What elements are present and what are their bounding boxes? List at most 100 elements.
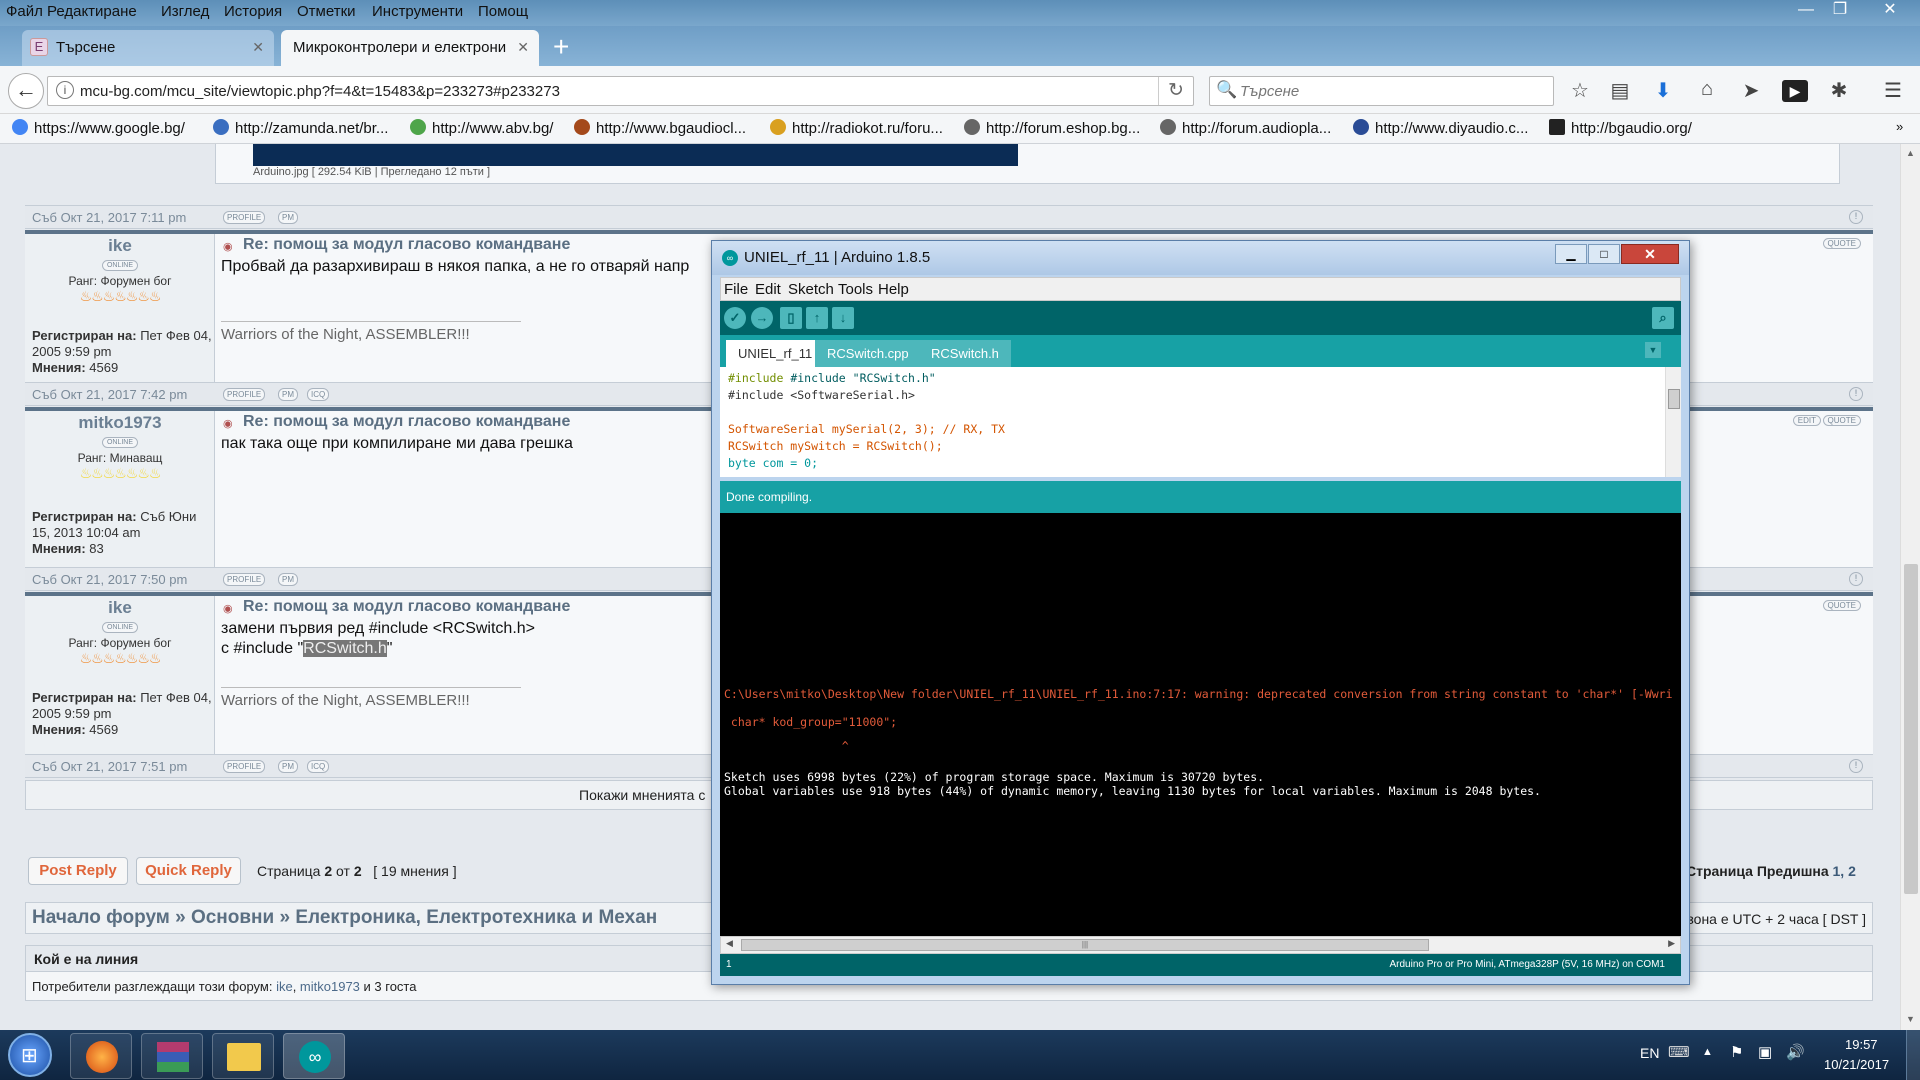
tab-close-icon[interactable]: ✕ (252, 39, 264, 56)
menu-tools[interactable]: Tools (838, 281, 873, 298)
menu-tools[interactable]: Инструменти (372, 3, 463, 20)
menu-view[interactable]: Изглед (161, 3, 209, 20)
search-box[interactable]: 🔍 Търсене (1209, 76, 1554, 106)
pm-button[interactable]: PM (278, 573, 298, 586)
serial-monitor-icon[interactable]: ⌕ (1652, 307, 1674, 329)
volume-icon[interactable]: 🔊 (1786, 1043, 1805, 1061)
quote-button[interactable]: QUOTE (1822, 415, 1861, 426)
bookmark-audioplay[interactable]: http://forum.audiopla... (1160, 119, 1331, 137)
bookmarks-overflow-icon[interactable]: » (1896, 119, 1903, 134)
breadcrumb[interactable]: Начало форум » Основни » Електроника, Ел… (32, 907, 657, 929)
report-icon[interactable]: ! (1849, 387, 1863, 401)
menu-edit[interactable]: Edit (755, 281, 781, 298)
bookmark-eshop[interactable]: http://forum.eshop.bg... (964, 119, 1140, 137)
bookmark-google[interactable]: https://www.google.bg/ (12, 119, 185, 137)
selected-text[interactable]: RCSwitch.h (303, 640, 387, 657)
profile-button[interactable]: PROFILE (223, 211, 266, 224)
tab-forum[interactable]: Микроконтролери и електрони ✕ (281, 30, 539, 66)
star-icon[interactable]: ☆ (1567, 78, 1593, 104)
url-bar[interactable]: i mcu-bg.com/mcu_site/viewtopic.php?f=4&… (47, 76, 1194, 106)
network-icon[interactable]: ▣ (1758, 1043, 1772, 1061)
report-icon[interactable]: ! (1849, 572, 1863, 586)
bookmark-bgaudioclub[interactable]: http://www.bgaudiocl... (574, 119, 746, 137)
editor-scroll-thumb[interactable] (1668, 389, 1680, 409)
online-user[interactable]: mitko1973 (300, 979, 360, 994)
url-text[interactable]: mcu-bg.com/mcu_site/viewtopic.php?f=4&t=… (80, 83, 560, 100)
author-name[interactable]: ike (25, 236, 215, 256)
icq-button[interactable]: ICQ (307, 388, 330, 401)
scroll-down-icon[interactable]: ▼ (1906, 1014, 1915, 1024)
scroll-up-icon[interactable]: ▲ (1906, 148, 1915, 158)
maximize-icon[interactable]: ❐ (1823, 0, 1857, 22)
post-title[interactable]: Re: помощ за модул гласово командване (243, 236, 570, 254)
author-name[interactable]: ike (25, 598, 215, 618)
menu-help[interactable]: Help (878, 281, 909, 298)
page-scrollbar[interactable]: ▲ ▼ (1900, 144, 1920, 1030)
show-desktop-button[interactable] (1906, 1030, 1920, 1080)
editor-scrollbar[interactable] (1665, 367, 1681, 477)
icq-button[interactable]: ICQ (307, 760, 330, 773)
pagination-pages[interactable]: 1, 2 (1833, 863, 1856, 879)
addon-icon[interactable]: ✱ (1826, 78, 1852, 104)
verify-icon[interactable]: ✓ (724, 307, 746, 329)
tab-search[interactable]: E Търсене ✕ (22, 30, 274, 66)
scrollbar-thumb[interactable] (1904, 564, 1918, 894)
menu-bookmarks[interactable]: Отметки (297, 3, 356, 20)
tab-rcswitch-h[interactable]: RCSwitch.h (919, 340, 1011, 367)
keyboard-icon[interactable]: ⌨ (1668, 1043, 1690, 1061)
report-icon[interactable]: ! (1849, 759, 1863, 773)
taskbar-explorer[interactable] (212, 1033, 274, 1079)
menu-sketch[interactable]: Sketch (788, 281, 834, 298)
menu-file[interactable]: Файл (6, 3, 43, 20)
author-name[interactable]: mitko1973 (25, 413, 215, 433)
arduino-titlebar[interactable]: ∞ UNIEL_rf_11 | Arduino 1.8.5 ▁ □ ✕ (712, 241, 1689, 275)
start-button[interactable]: ⊞ (8, 1033, 52, 1077)
clock-date[interactable]: 10/21/2017 (1824, 1057, 1889, 1072)
code-editor[interactable]: #include #include "RCSwitch.h" #include … (720, 367, 1681, 477)
pm-button[interactable]: PM (278, 211, 298, 224)
pm-button[interactable]: PM (278, 388, 298, 401)
online-user[interactable]: ike (276, 979, 293, 994)
download-icon[interactable]: ⬇ (1650, 78, 1676, 104)
send-icon[interactable]: ➤ (1738, 78, 1764, 104)
console-hscrollbar[interactable]: ◀ ||| ▶ (720, 936, 1681, 954)
edit-button[interactable]: EDIT (1792, 415, 1821, 426)
bookmark-zamunda[interactable]: http://zamunda.net/br... (213, 119, 388, 137)
flag-icon[interactable]: ⚑ (1730, 1043, 1743, 1061)
new-sketch-icon[interactable]: ▯ (780, 307, 802, 329)
clock-time[interactable]: 19:57 (1845, 1037, 1878, 1052)
minimize-icon[interactable]: — (1789, 0, 1823, 22)
tab-rcswitch-cpp[interactable]: RCSwitch.cpp (815, 340, 921, 367)
youtube-icon[interactable]: ▶ (1782, 80, 1808, 102)
search-placeholder[interactable]: Търсене (1240, 83, 1299, 100)
post-reply-button[interactable]: Post Reply (28, 857, 128, 885)
taskbar-winrar[interactable] (141, 1033, 203, 1079)
bookmark-diyaudio[interactable]: http://www.diyaudio.c... (1353, 119, 1528, 137)
profile-button[interactable]: PROFILE (223, 760, 266, 773)
maximize-icon[interactable]: □ (1588, 244, 1620, 264)
bookmark-radiokot[interactable]: http://radiokot.ru/foru... (770, 119, 943, 137)
pm-button[interactable]: PM (278, 760, 298, 773)
minimize-icon[interactable]: ▁ (1555, 244, 1587, 264)
language-indicator[interactable]: EN (1640, 1045, 1659, 1061)
post-title[interactable]: Re: помощ за модул гласово командване (243, 598, 570, 616)
info-icon[interactable]: i (56, 81, 74, 99)
quick-reply-button[interactable]: Quick Reply (136, 857, 241, 885)
tab-uniel-rf-11[interactable]: UNIEL_rf_11 (726, 340, 825, 367)
save-icon[interactable]: ↓ (832, 307, 854, 329)
close-icon[interactable]: ✕ (1621, 244, 1679, 264)
new-tab-icon[interactable]: + (553, 32, 569, 62)
scroll-right-icon[interactable]: ▶ (1668, 938, 1675, 949)
attachment-image[interactable] (253, 144, 1018, 166)
upload-icon[interactable]: → (751, 307, 773, 329)
menu-help[interactable]: Помощ (478, 3, 528, 20)
bookmark-abv[interactable]: http://www.abv.bg/ (410, 119, 553, 137)
pagination-prev[interactable]: Страница Предишна (1686, 863, 1833, 879)
back-icon[interactable]: ← (8, 73, 44, 109)
tray-arrow-icon[interactable]: ▲ (1702, 1046, 1713, 1058)
quote-button[interactable]: QUOTE (1822, 600, 1861, 611)
scroll-left-icon[interactable]: ◀ (726, 938, 733, 949)
home-icon[interactable]: ⌂ (1694, 78, 1720, 104)
console-scroll-thumb[interactable]: ||| (741, 939, 1429, 951)
bookmark-bgaudio[interactable]: http://bgaudio.org/ (1549, 119, 1692, 137)
